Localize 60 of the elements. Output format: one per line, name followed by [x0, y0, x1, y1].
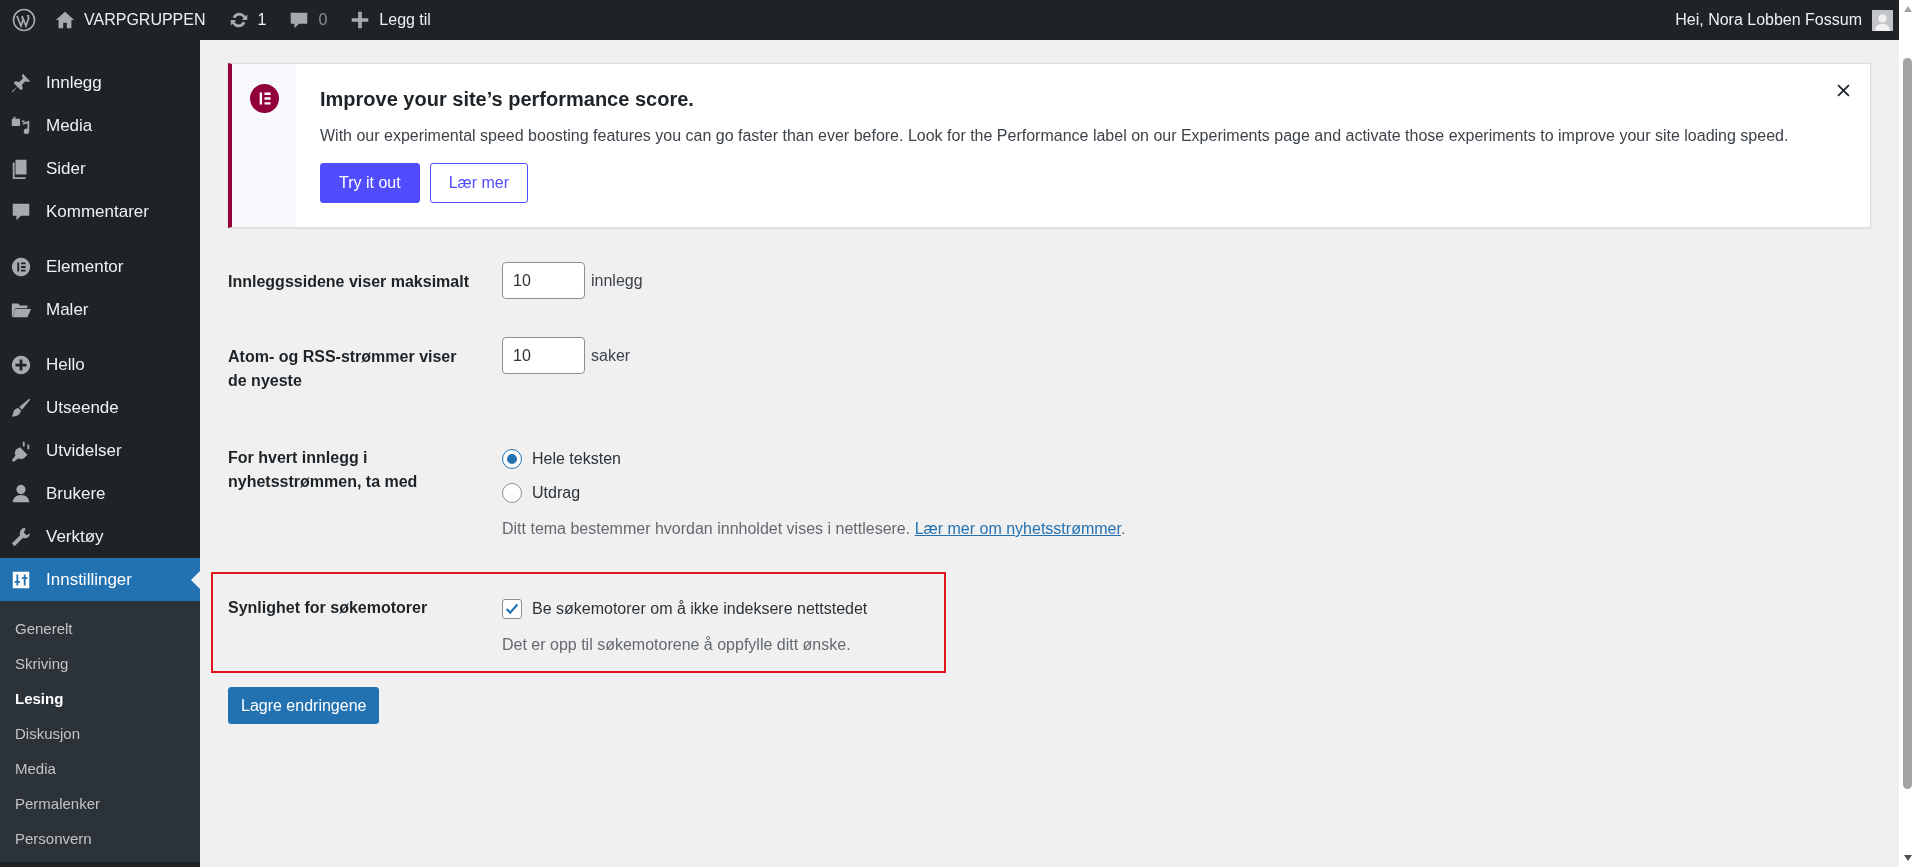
- unit-label: innlegg: [591, 271, 643, 290]
- notice-title: Improve your site’s performance score.: [320, 88, 695, 111]
- pushpin-icon: [10, 71, 32, 94]
- checkbox-label: Be søkemotorer om å ikke indeksere nettstedet: [532, 600, 868, 618]
- radio-label: Hele teksten: [532, 450, 621, 468]
- scroll-down-arrow-icon[interactable]: [1902, 854, 1913, 862]
- sidebar-item[interactable]: Utseende: [0, 386, 200, 429]
- close-icon[interactable]: [1837, 84, 1850, 97]
- wordpress-logo-icon[interactable]: [12, 8, 36, 32]
- sidebar-item[interactable]: Brukere: [0, 472, 200, 515]
- sidebar-item[interactable]: Maler: [0, 288, 200, 331]
- submenu-item[interactable]: Permalenker: [0, 786, 200, 821]
- submenu-item[interactable]: Generelt: [0, 611, 200, 646]
- site-name-link[interactable]: VARPGRUPPEN: [54, 9, 206, 31]
- scrollbar-thumb[interactable]: [1903, 58, 1912, 789]
- media-icon: [10, 114, 32, 137]
- updates-link[interactable]: 1: [227, 9, 267, 31]
- brush-icon: [10, 396, 32, 419]
- sidebar-item[interactable]: Elementor: [0, 245, 200, 288]
- submenu-item[interactable]: Lesing: [0, 681, 200, 716]
- account-link[interactable]: Hei, Nora Lobben Fossum: [1675, 11, 1862, 29]
- wrench-icon: [10, 525, 32, 548]
- save-button[interactable]: Lagre endringene: [228, 687, 380, 724]
- sidebar-item[interactable]: Utvidelser: [0, 429, 200, 472]
- elementor-logo-icon: [249, 84, 279, 113]
- setting-label: Innleggssidene viser maksimalt: [228, 272, 470, 292]
- radio-button[interactable]: [502, 483, 522, 503]
- sidebar-item[interactable]: Verktøy: [0, 515, 200, 558]
- setting-label: For hvert innlegg i nyhetsstrømmen, ta med: [228, 448, 419, 492]
- checkbox[interactable]: [502, 599, 522, 619]
- submenu-item[interactable]: Media: [0, 751, 200, 786]
- sidebar-item[interactable]: Innstillinger: [0, 558, 200, 601]
- comments-link[interactable]: 0: [288, 9, 328, 31]
- sidebar-item[interactable]: Media: [0, 104, 200, 147]
- radio-label: Utdrag: [532, 484, 581, 502]
- setting-label: Atom- og RSS-strømmer viser de nyeste: [228, 347, 458, 391]
- setting-description: Ditt tema bestemmer hvordan innholdet vises i nettlesere. Lær mer om nyhetsstrømmer.: [502, 520, 1126, 538]
- submenu-item[interactable]: Skriving: [0, 646, 200, 681]
- notice-button[interactable]: Lær mer: [429, 163, 529, 203]
- sidebar-item[interactable]: Kommentarer: [0, 190, 200, 233]
- sidebar-item[interactable]: Innlegg: [0, 61, 200, 104]
- home-icon: [54, 9, 76, 31]
- submenu-item[interactable]: Diskusjon: [0, 716, 200, 751]
- sidebar-item[interactable]: Hello: [0, 343, 200, 386]
- number-field[interactable]: 10: [502, 262, 585, 299]
- notice-text: With our experimental speed boosting features you can go faster than ever before. Look for the Performance label on our Experiments page and activate those experiments to improve your site loading speed.: [320, 127, 1789, 145]
- setting-label: Synlighet for søkemotorer: [228, 598, 429, 618]
- setting-description: Det er opp til søkemotorene å oppfylle ditt ønske.: [502, 636, 852, 654]
- radio-button[interactable]: [502, 449, 522, 469]
- number-field[interactable]: 10: [502, 337, 585, 374]
- avatar-icon[interactable]: [1872, 9, 1893, 31]
- elementor-logo-icon: [10, 255, 32, 278]
- unit-label: saker: [591, 346, 631, 365]
- feeds-link[interactable]: Lær mer om nyhetsstrømmer: [914, 520, 1121, 537]
- new-content-link[interactable]: Legg til: [349, 9, 431, 31]
- sidebar-item[interactable]: Sider: [0, 147, 200, 190]
- notice-button[interactable]: Try it out: [320, 163, 420, 203]
- submenu-item[interactable]: Personvern: [0, 821, 200, 856]
- plug-icon: [10, 439, 32, 462]
- user-icon: [10, 482, 32, 505]
